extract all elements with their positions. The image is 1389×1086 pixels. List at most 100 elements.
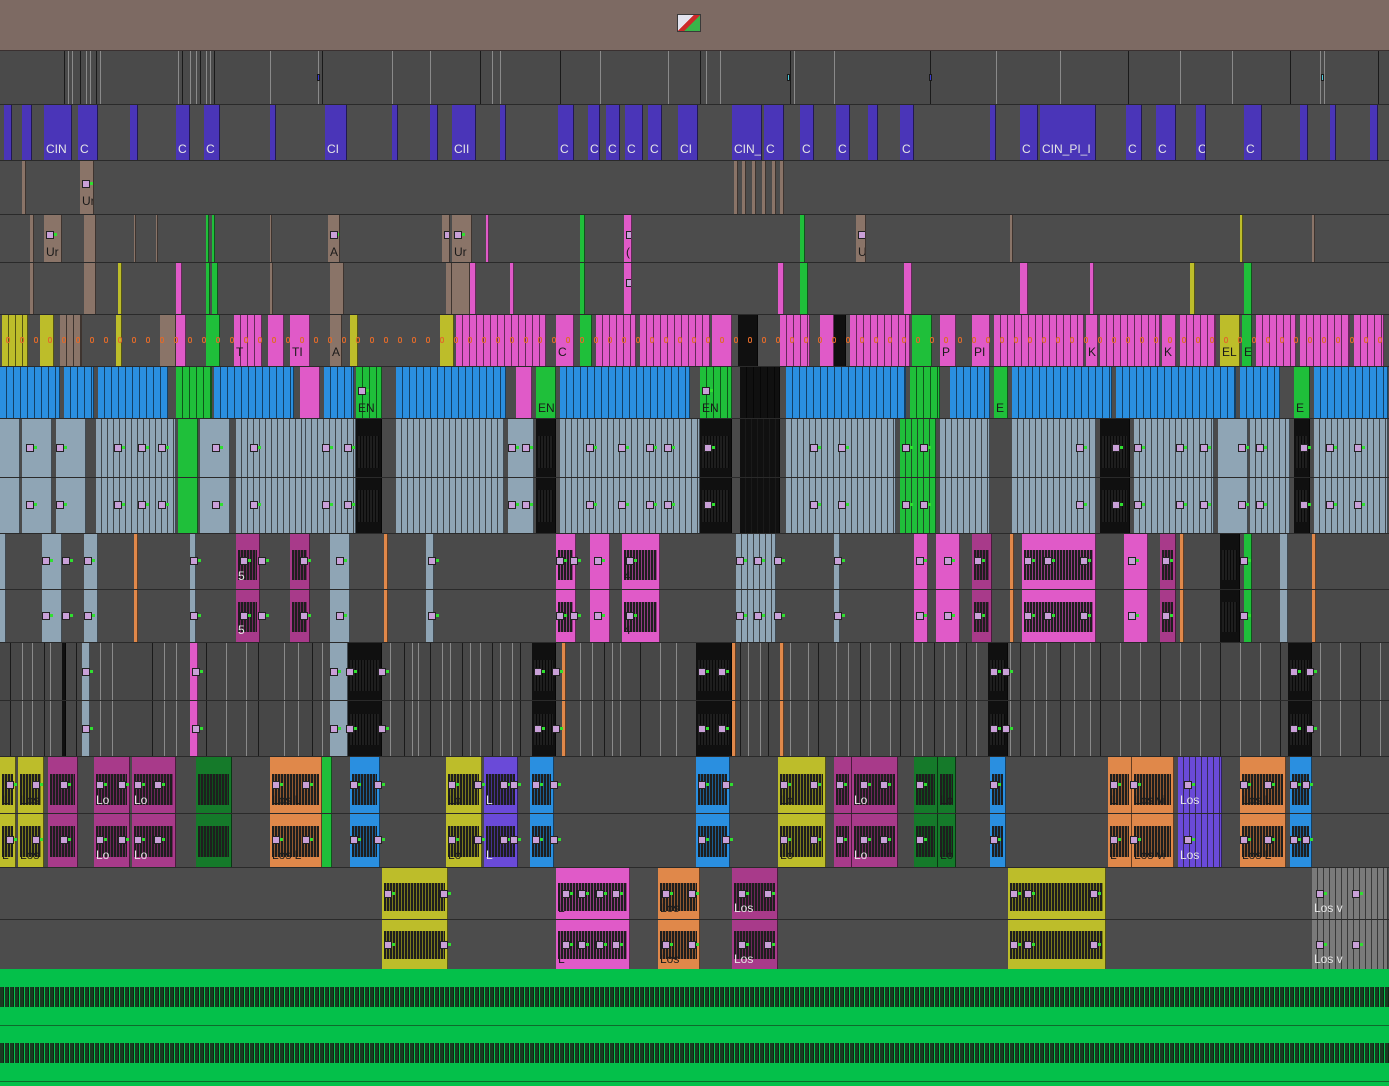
volume-handle-icon[interactable] xyxy=(96,836,107,844)
keyframe-icon[interactable] xyxy=(46,231,57,239)
timeline-clip[interactable] xyxy=(214,367,294,418)
volume-handle-icon[interactable] xyxy=(118,781,129,789)
volume-handle-icon[interactable] xyxy=(1110,781,1121,789)
timeline-clip[interactable] xyxy=(762,161,766,214)
timeline-clip[interactable] xyxy=(1180,534,1184,642)
volume-handle-icon[interactable] xyxy=(916,612,927,620)
keyframe-icon[interactable] xyxy=(444,231,449,239)
volume-handle-icon[interactable] xyxy=(916,557,927,565)
volume-handle-icon[interactable] xyxy=(810,444,821,452)
volume-handle-icon[interactable] xyxy=(114,444,125,452)
timeline-clip[interactable] xyxy=(1116,367,1236,418)
timeline-clip[interactable] xyxy=(0,534,6,642)
volume-handle-icon[interactable] xyxy=(192,725,203,733)
timeline-clip[interactable] xyxy=(426,534,434,642)
track-a4[interactable]: L L Los Los Lo Lo Lo Lo Los L Los L Lo Lo L L Lo Lo Lo Lo… xyxy=(0,757,1389,868)
volume-handle-icon[interactable] xyxy=(56,501,67,509)
timeline-clip[interactable] xyxy=(786,367,906,418)
timeline-clip[interactable]: Los L Los L xyxy=(1240,757,1286,867)
volume-handle-icon[interactable] xyxy=(1240,781,1251,789)
volume-handle-icon[interactable] xyxy=(1090,890,1101,898)
timeline-clip[interactable]: Ur xyxy=(44,215,62,262)
volume-handle-icon[interactable] xyxy=(250,501,261,509)
volume-handle-icon[interactable] xyxy=(158,444,169,452)
volume-handle-icon[interactable] xyxy=(618,501,629,509)
volume-handle-icon[interactable] xyxy=(944,612,955,620)
timeline-clip[interactable]: C xyxy=(764,105,784,160)
timeline-clip[interactable]: C xyxy=(1020,105,1038,160)
timeline-clip[interactable] xyxy=(1294,419,1310,533)
timeline-clip[interactable]: 55 xyxy=(236,534,260,642)
volume-handle-icon[interactable] xyxy=(384,890,395,898)
timeline-clip[interactable] xyxy=(1314,367,1388,418)
volume-handle-icon[interactable] xyxy=(534,668,545,676)
timeline-clip[interactable] xyxy=(516,367,532,418)
volume-handle-icon[interactable] xyxy=(626,612,637,620)
timeline-clip[interactable]: C xyxy=(556,315,574,366)
timeline-clip[interactable] xyxy=(1314,419,1388,533)
volume-handle-icon[interactable] xyxy=(1240,557,1251,565)
timeline-clip[interactable] xyxy=(56,419,86,533)
timeline-clip[interactable] xyxy=(740,419,780,533)
timeline-clip[interactable] xyxy=(84,263,96,314)
track-v7[interactable]: EN EN EN E E xyxy=(0,367,1389,419)
volume-handle-icon[interactable] xyxy=(330,725,341,733)
track-a1[interactable] xyxy=(0,419,1389,534)
volume-handle-icon[interactable] xyxy=(698,836,709,844)
keyframe-icon[interactable] xyxy=(626,279,631,287)
volume-handle-icon[interactable] xyxy=(322,501,333,509)
volume-handle-icon[interactable] xyxy=(646,501,657,509)
timeline-clip[interactable]: Lo Lo xyxy=(94,757,130,867)
volume-handle-icon[interactable] xyxy=(1306,725,1317,733)
volume-handle-icon[interactable] xyxy=(84,557,95,565)
timeline-clip[interactable] xyxy=(940,419,990,533)
timeline-clip[interactable]: C xyxy=(836,105,850,160)
volume-handle-icon[interactable] xyxy=(82,668,93,676)
volume-handle-icon[interactable] xyxy=(552,725,563,733)
volume-handle-icon[interactable] xyxy=(1076,501,1087,509)
volume-handle-icon[interactable] xyxy=(26,501,37,509)
volume-handle-icon[interactable] xyxy=(1240,612,1251,620)
timeline-clip[interactable] xyxy=(1190,263,1195,314)
timeline-clip[interactable] xyxy=(330,534,350,642)
timeline-clip[interactable] xyxy=(972,534,992,642)
timeline-clip[interactable] xyxy=(734,161,738,214)
track-a5[interactable]: L L Los Los Los Los Los v Los v xyxy=(0,868,1389,970)
volume-handle-icon[interactable] xyxy=(134,781,145,789)
volume-handle-icon[interactable] xyxy=(1290,725,1301,733)
volume-handle-icon[interactable] xyxy=(626,557,637,565)
timeline-clip[interactable] xyxy=(1010,534,1014,642)
timeline-clip[interactable] xyxy=(772,161,776,214)
volume-handle-icon[interactable] xyxy=(698,668,709,676)
volume-handle-icon[interactable] xyxy=(764,890,775,898)
volume-handle-icon[interactable] xyxy=(834,557,845,565)
volume-handle-icon[interactable] xyxy=(1354,444,1365,452)
timeline-clip[interactable] xyxy=(580,215,585,262)
volume-handle-icon[interactable] xyxy=(474,836,485,844)
volume-handle-icon[interactable] xyxy=(212,501,223,509)
timeline-clip[interactable]: ( xyxy=(624,215,632,262)
volume-handle-icon[interactable] xyxy=(522,444,533,452)
volume-handle-icon[interactable] xyxy=(300,612,311,620)
timeline-clip[interactable] xyxy=(536,419,556,533)
volume-handle-icon[interactable] xyxy=(190,612,201,620)
volume-handle-icon[interactable] xyxy=(860,836,871,844)
volume-handle-icon[interactable] xyxy=(1024,612,1035,620)
volume-handle-icon[interactable] xyxy=(1264,836,1275,844)
volume-handle-icon[interactable] xyxy=(1130,836,1141,844)
timeline-clip[interactable] xyxy=(270,105,276,160)
timeline-clip[interactable] xyxy=(270,215,272,262)
marker-icon[interactable] xyxy=(1321,74,1324,81)
keyframe-icon[interactable] xyxy=(82,180,93,188)
volume-handle-icon[interactable] xyxy=(764,941,775,949)
timeline-clip[interactable] xyxy=(1280,534,1288,642)
timeline-clip[interactable]: C xyxy=(625,105,643,160)
timeline-clip[interactable] xyxy=(1240,215,1243,262)
track-a2[interactable]: 5544 xyxy=(0,534,1389,643)
volume-handle-icon[interactable] xyxy=(1352,890,1363,898)
volume-handle-icon[interactable] xyxy=(916,781,927,789)
volume-handle-icon[interactable] xyxy=(1112,501,1123,509)
volume-handle-icon[interactable] xyxy=(272,836,283,844)
timeline-clip[interactable]: P xyxy=(940,315,956,366)
timeline-clip[interactable] xyxy=(1370,105,1378,160)
